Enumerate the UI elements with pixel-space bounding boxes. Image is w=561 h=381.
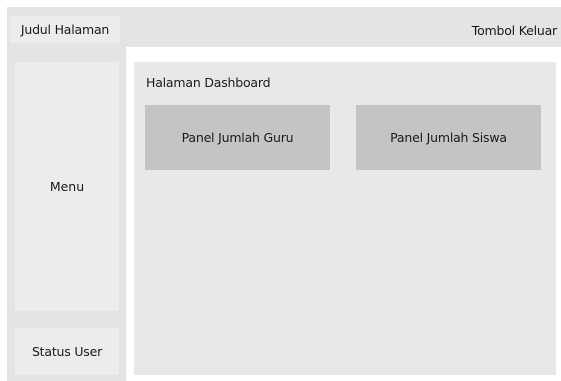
student-count-panel[interactable]: Panel Jumlah Siswa: [356, 105, 541, 170]
page-title: Judul Halaman: [10, 16, 120, 43]
teacher-count-panel[interactable]: Panel Jumlah Guru: [145, 105, 330, 170]
logout-button[interactable]: Tombol Keluar: [470, 18, 559, 43]
dashboard-title: Halaman Dashboard: [146, 75, 271, 90]
user-status: Status User: [15, 328, 119, 375]
sidebar-menu[interactable]: Menu: [15, 62, 119, 311]
